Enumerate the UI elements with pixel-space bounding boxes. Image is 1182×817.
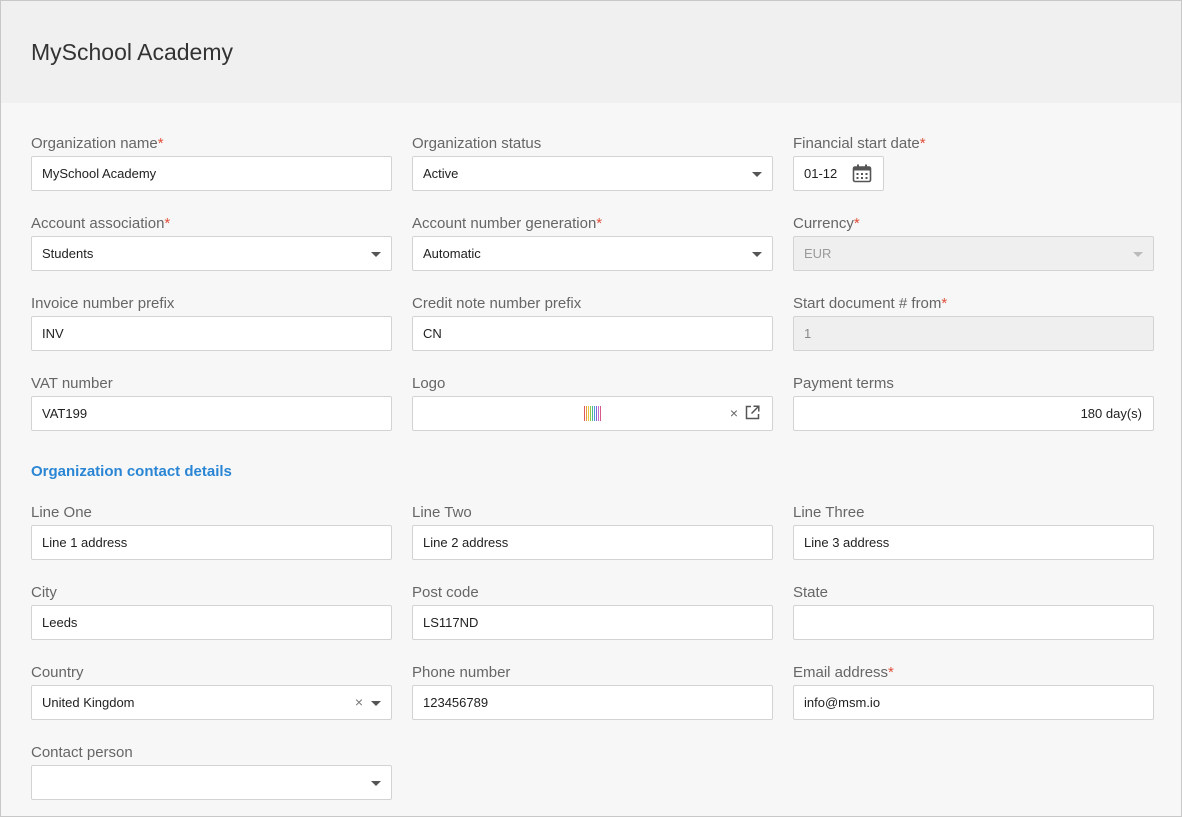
org-status-field: Organization status Active (412, 134, 773, 191)
currency-label: Currency (793, 215, 854, 232)
city-field: City Leeds (31, 583, 392, 640)
phone-label: Phone number (412, 664, 511, 681)
state-label: State (793, 584, 829, 601)
calendar-icon[interactable] (852, 164, 872, 183)
logo-image (584, 406, 601, 421)
city-label: City (31, 584, 57, 601)
line-three-input[interactable]: Line 3 address (793, 525, 1154, 560)
chevron-down-icon (371, 252, 381, 257)
start-document-input: 1 (793, 316, 1154, 351)
chevron-down-icon (1133, 252, 1143, 257)
financial-start-input[interactable]: 01-12 (793, 156, 884, 191)
vat-number-input[interactable]: VAT199 (31, 396, 392, 431)
settings-window: MySchool Academy Organization name* MySc… (0, 0, 1182, 817)
org-name-input[interactable]: MySchool Academy (31, 156, 392, 191)
email-input[interactable]: info@msm.io (793, 685, 1154, 720)
vat-number-field: VAT number VAT199 (31, 374, 392, 431)
financial-start-label: Financial start date (793, 135, 920, 152)
email-label: Email address (793, 664, 889, 681)
phone-input[interactable]: 123456789 (412, 685, 773, 720)
start-document-label: Start document # from (793, 295, 942, 312)
state-input[interactable] (793, 605, 1154, 640)
country-field: Country United Kingdom × (31, 663, 392, 720)
line-two-label: Line Two (412, 504, 472, 521)
line-two-field: Line Two Line 2 address (412, 503, 773, 560)
city-input[interactable]: Leeds (31, 605, 392, 640)
post-code-field: Post code LS117ND (412, 583, 773, 640)
line-three-label: Line Three (793, 504, 865, 521)
org-name-field: Organization name* MySchool Academy (31, 134, 392, 191)
clear-country-button[interactable]: × (355, 686, 363, 719)
contact-section-title: Organization contact details (31, 463, 232, 480)
logo-label: Logo (412, 375, 446, 392)
account-number-generation-field: Account number generation* Automatic (412, 214, 773, 271)
required-marker: * (596, 215, 603, 232)
state-field: State (793, 583, 1154, 640)
account-number-generation-label: Account number generation (412, 215, 597, 232)
account-association-field: Account association* Students (31, 214, 392, 271)
contact-person-field: Contact person (31, 743, 392, 800)
line-three-field: Line Three Line 3 address (793, 503, 1154, 560)
payment-terms-label: Payment terms (793, 375, 894, 392)
page-title: MySchool Academy (31, 39, 233, 65)
contact-person-select[interactable] (31, 765, 392, 800)
required-marker: * (919, 135, 926, 152)
post-code-label: Post code (412, 584, 479, 601)
required-marker: * (164, 215, 171, 232)
country-select[interactable]: United Kingdom × (31, 685, 392, 720)
logo-upload[interactable]: × (412, 396, 773, 431)
account-association-label: Account association (31, 215, 165, 232)
line-one-field: Line One Line 1 address (31, 503, 392, 560)
credit-note-prefix-field: Credit note number prefix CN (412, 294, 773, 351)
line-one-label: Line One (31, 504, 92, 521)
required-marker: * (888, 664, 894, 681)
org-status-label: Organization status (412, 135, 542, 152)
currency-select: EUR (793, 236, 1154, 271)
org-name-label: Organization name (31, 135, 158, 152)
start-document-field: Start document # from* 1 (793, 294, 1154, 351)
email-field: Email address* info@msm.io (793, 663, 1154, 720)
chevron-down-icon (752, 172, 762, 177)
payment-terms-field: Payment terms 180 day(s) (793, 374, 1154, 431)
required-marker: * (853, 215, 860, 232)
contact-person-label: Contact person (31, 744, 133, 761)
logo-field: Logo × (412, 374, 773, 431)
post-code-input[interactable]: LS117ND (412, 605, 773, 640)
open-external-icon[interactable] (745, 405, 760, 420)
line-two-input[interactable]: Line 2 address (412, 525, 773, 560)
credit-note-prefix-input[interactable]: CN (412, 316, 773, 351)
vat-number-label: VAT number (31, 375, 113, 392)
chevron-down-icon (752, 252, 762, 257)
phone-field: Phone number 123456789 (412, 663, 773, 720)
currency-field: Currency* EUR (793, 214, 1154, 271)
account-number-generation-select[interactable]: Automatic (412, 236, 773, 271)
financial-start-field: Financial start date* 01-12 (793, 134, 1154, 191)
required-marker: * (157, 135, 164, 152)
chevron-down-icon (371, 701, 381, 706)
required-marker: * (941, 295, 948, 312)
chevron-down-icon (371, 781, 381, 786)
account-association-select[interactable]: Students (31, 236, 392, 271)
country-label: Country (31, 664, 84, 681)
invoice-prefix-label: Invoice number prefix (31, 295, 175, 312)
invoice-prefix-field: Invoice number prefix INV (31, 294, 392, 351)
org-status-select[interactable]: Active (412, 156, 773, 191)
page-header: MySchool Academy (1, 1, 1181, 103)
clear-logo-button[interactable]: × (730, 397, 738, 430)
invoice-prefix-input[interactable]: INV (31, 316, 392, 351)
line-one-input[interactable]: Line 1 address (31, 525, 392, 560)
payment-terms-input[interactable]: 180 day(s) (793, 396, 1154, 431)
credit-note-prefix-label: Credit note number prefix (412, 295, 582, 312)
